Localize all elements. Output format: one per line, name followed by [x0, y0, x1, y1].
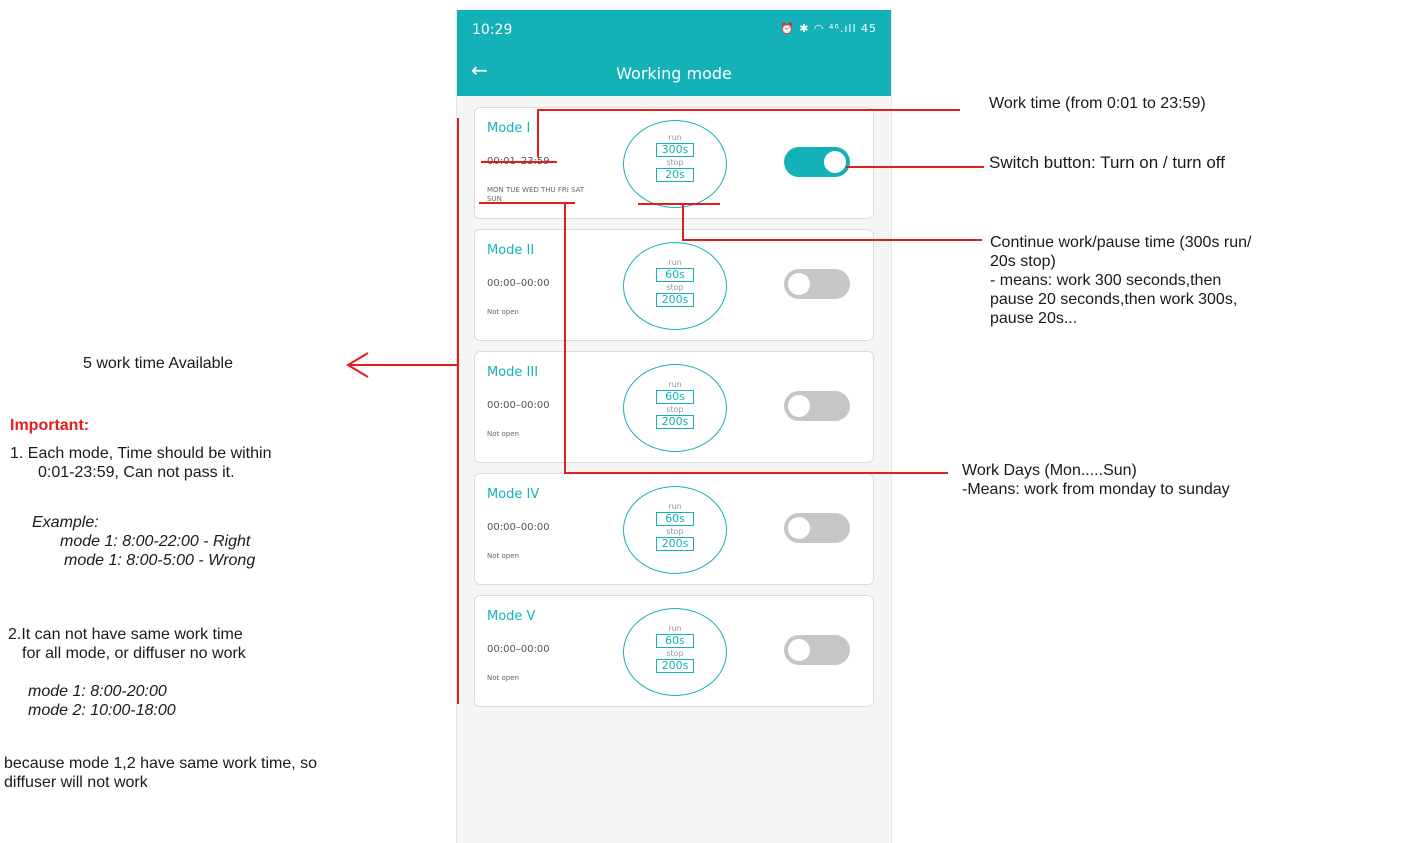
arrow-left-icon: [346, 352, 369, 378]
stop-label: stop: [666, 158, 684, 167]
note-line: 2.It can not have same work time: [8, 626, 243, 643]
mode-name: Mode II: [487, 243, 535, 258]
annotation-line-days: [564, 472, 948, 474]
run-label: run: [668, 133, 682, 142]
annotation-continue-line: - means: work 300 seconds,then: [990, 272, 1222, 289]
mode-card-5[interactable]: Mode V 00:00–00:00 Not open run 60s stop…: [474, 595, 874, 707]
toggle-knob: [788, 517, 810, 539]
mode-card-4[interactable]: Mode IV 00:00–00:00 Not open run 60s sto…: [474, 473, 874, 585]
page-title: Working mode: [616, 64, 732, 83]
note-line: 1. Each mode, Time should be within: [10, 445, 272, 462]
run-value: 300s: [656, 143, 694, 157]
example-right: mode 1: 8:00-22:00 - Right: [60, 533, 251, 550]
annotation-continue: Continue work/pause time (300s run/ 20s …: [990, 233, 1251, 328]
stop-value: 200s: [656, 537, 694, 551]
annotation-line-days-vertical: [564, 203, 566, 474]
run-stop-circle[interactable]: run 60s stop 200s: [623, 486, 727, 574]
mode-time-range: 00:00–00:00: [487, 522, 550, 533]
stop-label: stop: [666, 283, 684, 292]
annotation-continue-line: 20s stop): [990, 253, 1056, 270]
toggle-knob: [788, 273, 810, 295]
run-label: run: [668, 258, 682, 267]
toggle-knob: [788, 639, 810, 661]
stop-label: stop: [666, 649, 684, 658]
mode-work-days: Not open: [487, 430, 519, 438]
note-because: because mode 1,2 have same work time, so…: [4, 754, 317, 792]
annotation-work-days: Work Days (Mon.....Sun) -Means: work fro…: [962, 461, 1230, 499]
example-wrong: mode 1: 8:00-5:00 - Wrong: [64, 552, 256, 569]
note-line: 0:01-23:59, Can not pass it.: [38, 464, 235, 481]
mode-card-3[interactable]: Mode III 00:00–00:00 Not open run 60s st…: [474, 351, 874, 463]
note-line: diffuser will not work: [4, 774, 148, 791]
annotation-continue-line: Continue work/pause time (300s run/: [990, 234, 1252, 251]
annotation-underline-circle: [638, 203, 720, 205]
note-line: because mode 1,2 have same work time, so: [4, 755, 318, 772]
note-example-line: mode 1: 8:00-20:00: [28, 683, 167, 700]
annotation-switch: Switch button: Turn on / turn off: [989, 153, 1225, 172]
stop-value: 200s: [656, 293, 694, 307]
annotation-work-days-line: Work Days (Mon.....Sun): [962, 462, 1137, 479]
annotation-underline-days: [479, 202, 575, 204]
toggle-knob: [824, 151, 846, 173]
mode-work-days: Not open: [487, 308, 519, 316]
annotation-line-continue: [682, 239, 982, 241]
stop-value: 200s: [656, 415, 694, 429]
run-stop-circle[interactable]: run 60s stop 200s: [623, 608, 727, 696]
annotation-work-time: Work time (from 0:01 to 23:59): [989, 95, 1206, 112]
run-label: run: [668, 502, 682, 511]
annotation-continue-line: pause 20 seconds,then work 300s,: [990, 291, 1238, 308]
note-example-line: mode 2: 10:00-18:00: [28, 702, 176, 719]
mode-work-days: Not open: [487, 552, 519, 560]
run-value: 60s: [656, 390, 694, 404]
mode-name: Mode IV: [487, 487, 540, 502]
run-value: 60s: [656, 268, 694, 282]
run-stop-circle[interactable]: run 60s stop 200s: [623, 242, 727, 330]
note-1: 1. Each mode, Time should be within 0:01…: [10, 444, 271, 482]
stop-label: stop: [666, 527, 684, 536]
mode-name: Mode V: [487, 609, 536, 624]
annotation-underline-time: [481, 161, 557, 163]
stop-value: 200s: [656, 659, 694, 673]
run-label: run: [668, 624, 682, 633]
example-label: Example:: [32, 514, 99, 531]
annotation-line-switch: [846, 166, 984, 168]
mode-toggle-switch[interactable]: [784, 513, 850, 543]
example-block: Example: mode 1: 8:00-22:00 - Right mode…: [32, 513, 255, 570]
important-heading: Important:: [10, 417, 90, 434]
mode-work-days: Not open: [487, 674, 519, 682]
annotation-continue-line: pause 20s...: [990, 310, 1078, 327]
annotation-line-continue-vertical: [682, 204, 684, 240]
run-stop-circle[interactable]: run 60s stop 200s: [623, 364, 727, 452]
status-icons: ⏰ ✱ ◠ ⁴⁶.ıll 45: [780, 22, 877, 35]
note-line: for all mode, or diffuser no work: [22, 645, 246, 662]
mode-time-range: 00:00–00:00: [487, 278, 550, 289]
note-2: 2.It can not have same work time for all…: [8, 625, 246, 663]
app-bar: 10:29 ⏰ ✱ ◠ ⁴⁶.ıll 45 ← Working mode: [457, 10, 891, 96]
mode-time-range: 00:00–00:00: [487, 644, 550, 655]
annotation-available: 5 work time Available: [83, 355, 233, 372]
phone-screen: 10:29 ⏰ ✱ ◠ ⁴⁶.ıll 45 ← Working mode Mod…: [456, 10, 892, 843]
mode-toggle-switch[interactable]: [784, 635, 850, 665]
annotation-line-work-time: [537, 109, 960, 111]
mode-name: Mode III: [487, 365, 539, 380]
toggle-knob: [788, 395, 810, 417]
mode-toggle-switch[interactable]: [784, 391, 850, 421]
stop-label: stop: [666, 405, 684, 414]
annotation-line-work-time-vertical: [537, 109, 539, 157]
mode-time-range: 00:00–00:00: [487, 400, 550, 411]
run-value: 60s: [656, 634, 694, 648]
mode-toggle-switch[interactable]: [784, 147, 850, 177]
run-label: run: [668, 380, 682, 389]
mode-card-2[interactable]: Mode II 00:00–00:00 Not open run 60s sto…: [474, 229, 874, 341]
run-stop-circle[interactable]: run 300s stop 20s: [623, 120, 727, 208]
annotation-work-days-line: -Means: work from monday to sunday: [962, 481, 1230, 498]
annotation-bracket-modes: [457, 118, 459, 704]
stop-value: 20s: [656, 168, 694, 182]
status-time: 10:29: [472, 22, 513, 38]
mode-toggle-switch[interactable]: [784, 269, 850, 299]
note-2-example: mode 1: 8:00-20:00 mode 2: 10:00-18:00: [28, 682, 176, 720]
run-value: 60s: [656, 512, 694, 526]
mode-name: Mode I: [487, 121, 531, 136]
